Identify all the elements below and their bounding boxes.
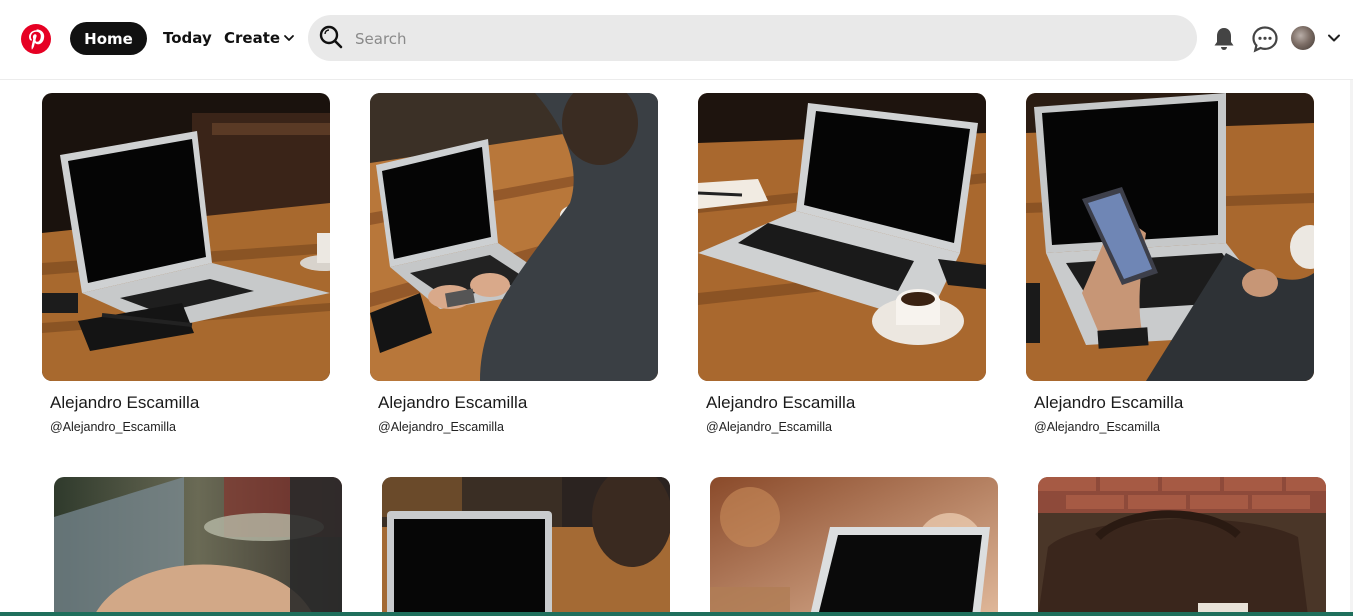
pin-author-name[interactable]: Alejandro Escamilla	[1034, 393, 1183, 413]
search-input[interactable]	[353, 23, 1177, 55]
pin-image-leather-bag-brick-wall[interactable]	[1038, 477, 1326, 616]
pin-author-name[interactable]: Alejandro Escamilla	[378, 393, 527, 413]
pin-card[interactable]	[382, 477, 670, 616]
bottom-accent-bar	[0, 612, 1353, 616]
pin-card[interactable]: Alejandro Escamilla @Alejandro_Escamilla	[370, 93, 658, 434]
pin-card[interactable]	[710, 477, 998, 616]
pin-author-handle[interactable]: @Alejandro_Escamilla	[378, 420, 504, 434]
pin-author-handle[interactable]: @Alejandro_Escamilla	[706, 420, 832, 434]
search-icon	[319, 25, 343, 49]
nav-today-label: Today	[163, 29, 212, 47]
chat-bubble-icon[interactable]	[1251, 25, 1279, 53]
chevron-down-icon[interactable]	[1327, 32, 1341, 44]
pin-image-laptop-screen-person-behind[interactable]	[382, 477, 670, 616]
nav-home-label: Home	[84, 29, 133, 48]
chevron-down-icon	[284, 35, 294, 41]
nav-create-menu[interactable]: Create	[224, 29, 295, 47]
pin-card[interactable]	[1038, 477, 1326, 616]
pin-author-name[interactable]: Alejandro Escamilla	[50, 393, 199, 413]
nav-home-button[interactable]: Home	[70, 22, 147, 55]
pin-image-blurred-hands-on-laptop[interactable]	[54, 477, 342, 616]
pin-image-hand-holding-phone-at-laptop[interactable]	[1026, 93, 1314, 381]
pin-author-handle[interactable]: @Alejandro_Escamilla	[50, 420, 176, 434]
pin-image-laptop-warm-bokeh[interactable]	[710, 477, 998, 616]
nav-today-link[interactable]: Today	[163, 29, 212, 47]
top-nav-bar: Home Today Create	[0, 0, 1353, 80]
pin-card[interactable]	[54, 477, 342, 616]
search-bar[interactable]	[308, 15, 1197, 61]
pinterest-logo-icon[interactable]	[21, 24, 51, 54]
bell-icon[interactable]	[1212, 26, 1236, 52]
pin-image-person-typing-on-laptop[interactable]	[370, 93, 658, 381]
pin-author-handle[interactable]: @Alejandro_Escamilla	[1034, 420, 1160, 434]
pin-card[interactable]: Alejandro Escamilla @Alejandro_Escamilla	[698, 93, 986, 434]
nav-create-label: Create	[224, 29, 281, 47]
avatar[interactable]	[1291, 26, 1315, 50]
pin-card[interactable]: Alejandro Escamilla @Alejandro_Escamilla	[42, 93, 330, 434]
pin-author-name[interactable]: Alejandro Escamilla	[706, 393, 855, 413]
pin-image-laptop-on-wooden-table[interactable]	[42, 93, 330, 381]
pin-card[interactable]: Alejandro Escamilla @Alejandro_Escamilla	[1026, 93, 1314, 434]
pin-image-laptop-with-coffee-cup[interactable]	[698, 93, 986, 381]
